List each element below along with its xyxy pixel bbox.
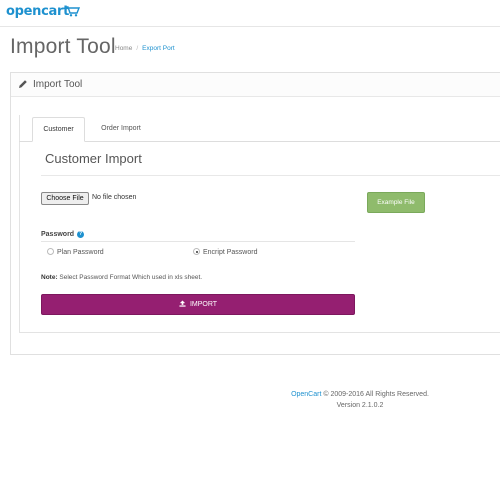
question-circle-icon[interactable]: ?	[77, 231, 84, 238]
page-title: Import Tool	[10, 35, 116, 58]
password-divider	[41, 241, 355, 242]
footer-copyright: © 2009-2016 All Rights Reserved.	[321, 391, 429, 398]
top-bar: opencart	[0, 0, 500, 27]
tab-customer[interactable]: Customer	[32, 117, 85, 142]
plan-password-radio[interactable]	[47, 248, 54, 255]
panel-heading: Import Tool	[11, 73, 500, 97]
encrypt-password-radio[interactable]	[193, 248, 200, 255]
note-text: Select Password Format Which used in xls…	[57, 274, 203, 281]
panel-title: Import Tool	[33, 79, 83, 90]
file-status-text: No file chosen	[92, 194, 137, 201]
pencil-icon	[19, 80, 27, 88]
import-button[interactable]: IMPORT	[41, 294, 355, 315]
upload-icon	[179, 300, 186, 307]
logo-text: opencart	[6, 4, 70, 19]
cart-icon	[65, 6, 80, 17]
note-prefix: Note:	[41, 274, 58, 281]
footer-version: Version 2.1.0.2	[336, 402, 384, 409]
password-format-note: Note: Select Password Format Which used …	[41, 274, 202, 281]
opencart-logo[interactable]: opencart	[6, 4, 80, 19]
breadcrumb-home-link[interactable]: Home	[115, 45, 132, 52]
footer-copyright-line: OpenCart © 2009-2016 All Rights Reserved…	[0, 389, 500, 400]
footer: OpenCart © 2009-2016 All Rights Reserved…	[0, 389, 500, 411]
breadcrumb-current-link[interactable]: Export Port	[142, 45, 175, 52]
encrypt-password-label[interactable]: Encript Password	[203, 249, 257, 256]
section-divider	[41, 175, 500, 176]
breadcrumb-separator: /	[136, 45, 139, 52]
choose-file-button[interactable]: Choose File	[41, 192, 89, 205]
plan-password-label[interactable]: Plan Password	[57, 249, 104, 256]
footer-opencart-link[interactable]: OpenCart	[291, 391, 321, 398]
breadcrumb: Home / Export Port	[115, 45, 175, 52]
example-file-button[interactable]: Example File	[367, 192, 425, 213]
tab-order-import[interactable]: Order Import	[90, 117, 152, 142]
import-button-label: IMPORT	[189, 301, 218, 308]
section-title: Customer Import	[45, 151, 142, 166]
password-label: Password	[41, 231, 75, 238]
